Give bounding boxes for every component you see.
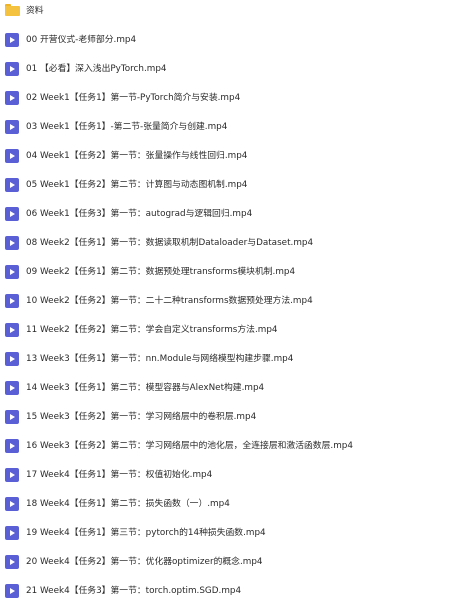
- file-label: 21 Week4【任务3】第一节：torch.optim.SGD.mp4: [26, 586, 242, 596]
- video-play-icon: [5, 381, 19, 395]
- video-play-icon: [5, 323, 19, 337]
- file-item[interactable]: 16 Week3【任务2】第二节：学习网络层中的池化层，全连接层和激活函数层.m…: [0, 435, 474, 459]
- file-label: 20 Week4【任务2】第一节：优化器optimizer的概念.mp4: [26, 557, 263, 567]
- file-label: 06 Week1【任务3】第一节：autograd与逻辑回归.mp4: [26, 209, 253, 219]
- file-label: 09 Week2【任务1】第二节：数据预处理transforms模块机制.mp4: [26, 267, 296, 277]
- file-item[interactable]: 00 开营仪式-老师部分.mp4: [0, 29, 474, 53]
- video-play-icon: [5, 62, 19, 76]
- file-label: 16 Week3【任务2】第二节：学习网络层中的池化层，全连接层和激活函数层.m…: [26, 441, 353, 451]
- file-item[interactable]: 19 Week4【任务1】第三节：pytorch的14种损失函数.mp4: [0, 522, 474, 546]
- file-item[interactable]: 17 Week4【任务1】第一节：权值初始化.mp4: [0, 464, 474, 488]
- video-play-icon: [5, 555, 19, 569]
- file-item[interactable]: 05 Week1【任务2】第二节：计算图与动态图机制.mp4: [0, 174, 474, 198]
- video-play-icon: [5, 91, 19, 105]
- file-item[interactable]: 20 Week4【任务2】第一节：优化器optimizer的概念.mp4: [0, 551, 474, 575]
- file-label: 10 Week2【任务2】第一节：二十二种transforms数据预处理方法.m…: [26, 296, 313, 306]
- file-item[interactable]: 09 Week2【任务1】第二节：数据预处理transforms模块机制.mp4: [0, 261, 474, 285]
- file-label: 05 Week1【任务2】第二节：计算图与动态图机制.mp4: [26, 180, 248, 190]
- file-item[interactable]: 13 Week3【任务1】第一节：nn.Module与网络模型构建步骤.mp4: [0, 348, 474, 372]
- video-play-icon: [5, 120, 19, 134]
- file-item[interactable]: 08 Week2【任务1】第一节：数据读取机制Dataloader与Datase…: [0, 232, 474, 256]
- video-play-icon: [5, 352, 19, 366]
- file-item[interactable]: 10 Week2【任务2】第一节：二十二种transforms数据预处理方法.m…: [0, 290, 474, 314]
- folder-item[interactable]: 资料: [0, 0, 474, 24]
- file-label: 11 Week2【任务2】第二节：学会自定义transforms方法.mp4: [26, 325, 278, 335]
- file-item[interactable]: 01 【必看】深入浅出PyTorch.mp4: [0, 58, 474, 82]
- file-label: 04 Week1【任务2】第一节：张量操作与线性回归.mp4: [26, 151, 248, 161]
- file-label: 15 Week3【任务2】第一节：学习网络层中的卷积层.mp4: [26, 412, 257, 422]
- video-play-icon: [5, 526, 19, 540]
- file-list: 资料 00 开营仪式-老师部分.mp4 01 【必看】深入浅出PyTorch.m…: [0, 0, 474, 603]
- file-label: 13 Week3【任务1】第一节：nn.Module与网络模型构建步骤.mp4: [26, 354, 294, 364]
- video-play-icon: [5, 294, 19, 308]
- file-label: 08 Week2【任务1】第一节：数据读取机制Dataloader与Datase…: [26, 238, 314, 248]
- file-label: 01 【必看】深入浅出PyTorch.mp4: [26, 64, 167, 74]
- file-item[interactable]: 03 Week1【任务1】-第二节-张量简介与创建.mp4: [0, 116, 474, 140]
- file-item[interactable]: 11 Week2【任务2】第二节：学会自定义transforms方法.mp4: [0, 319, 474, 343]
- file-item[interactable]: 02 Week1【任务1】第一节-PyTorch简介与安装.mp4: [0, 87, 474, 111]
- file-item[interactable]: 15 Week3【任务2】第一节：学习网络层中的卷积层.mp4: [0, 406, 474, 430]
- video-play-icon: [5, 178, 19, 192]
- file-item[interactable]: 21 Week4【任务3】第一节：torch.optim.SGD.mp4: [0, 580, 474, 604]
- file-label: 18 Week4【任务1】第二节：损失函数（一）.mp4: [26, 499, 230, 509]
- file-label: 17 Week4【任务1】第一节：权值初始化.mp4: [26, 470, 213, 480]
- file-item[interactable]: 18 Week4【任务1】第二节：损失函数（一）.mp4: [0, 493, 474, 517]
- video-play-icon: [5, 149, 19, 163]
- video-play-icon: [5, 497, 19, 511]
- video-play-icon: [5, 207, 19, 221]
- video-play-icon: [5, 410, 19, 424]
- file-item[interactable]: 04 Week1【任务2】第一节：张量操作与线性回归.mp4: [0, 145, 474, 169]
- video-play-icon: [5, 33, 19, 47]
- file-label: 03 Week1【任务1】-第二节-张量简介与创建.mp4: [26, 122, 228, 132]
- video-play-icon: [5, 439, 19, 453]
- folder-icon: [5, 4, 20, 18]
- folder-label: 资料: [26, 6, 44, 16]
- video-play-icon: [5, 265, 19, 279]
- file-item[interactable]: 06 Week1【任务3】第一节：autograd与逻辑回归.mp4: [0, 203, 474, 227]
- file-label: 00 开营仪式-老师部分.mp4: [26, 35, 137, 45]
- file-label: 14 Week3【任务1】第二节：模型容器与AlexNet构建.mp4: [26, 383, 265, 393]
- file-item[interactable]: 14 Week3【任务1】第二节：模型容器与AlexNet构建.mp4: [0, 377, 474, 401]
- file-label: 19 Week4【任务1】第三节：pytorch的14种损失函数.mp4: [26, 528, 266, 538]
- video-play-icon: [5, 584, 19, 598]
- file-label: 02 Week1【任务1】第一节-PyTorch简介与安装.mp4: [26, 93, 241, 103]
- video-play-icon: [5, 236, 19, 250]
- video-play-icon: [5, 468, 19, 482]
